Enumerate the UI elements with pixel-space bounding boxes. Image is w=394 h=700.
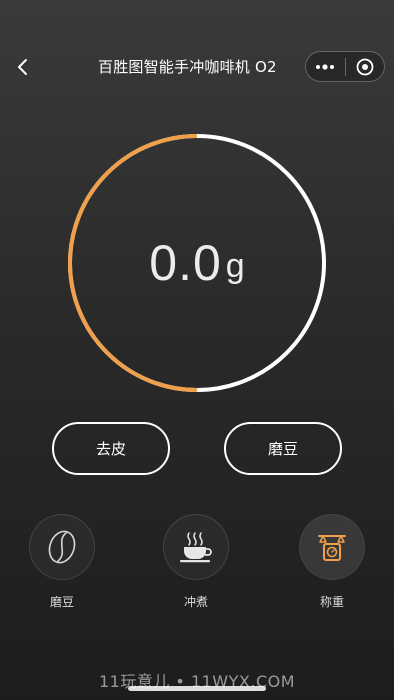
more-button[interactable] <box>306 52 345 81</box>
scale-icon <box>318 535 346 561</box>
tab-weigh-label: 称重 <box>319 595 344 609</box>
coffee-cup-icon <box>180 532 212 563</box>
weight-gauge <box>68 134 326 392</box>
tab-weigh[interactable]: 称重 <box>292 514 372 610</box>
tab-grind-label: 磨豆 <box>49 595 74 609</box>
tab-brew[interactable]: 冲煮 <box>156 514 236 610</box>
tab-grind[interactable]: 磨豆 <box>22 514 102 610</box>
close-button[interactable] <box>345 52 384 81</box>
chevron-left-icon <box>18 59 27 75</box>
home-indicator <box>128 686 266 691</box>
grind-button[interactable]: 磨豆 <box>224 422 342 475</box>
coffee-bean-icon <box>48 530 76 564</box>
back-button[interactable] <box>10 54 36 80</box>
tab-grind-circle <box>29 514 95 580</box>
tare-button[interactable]: 去皮 <box>52 422 170 475</box>
mini-program-capsule <box>305 51 385 82</box>
page-title: 百胜图智能手冲咖啡机 O2 <box>98 58 277 76</box>
tab-weigh-circle <box>299 514 365 580</box>
tab-brew-label: 冲煮 <box>183 595 208 609</box>
tab-brew-circle <box>163 514 229 580</box>
more-dots-icon <box>316 63 335 70</box>
target-close-icon <box>356 58 374 75</box>
